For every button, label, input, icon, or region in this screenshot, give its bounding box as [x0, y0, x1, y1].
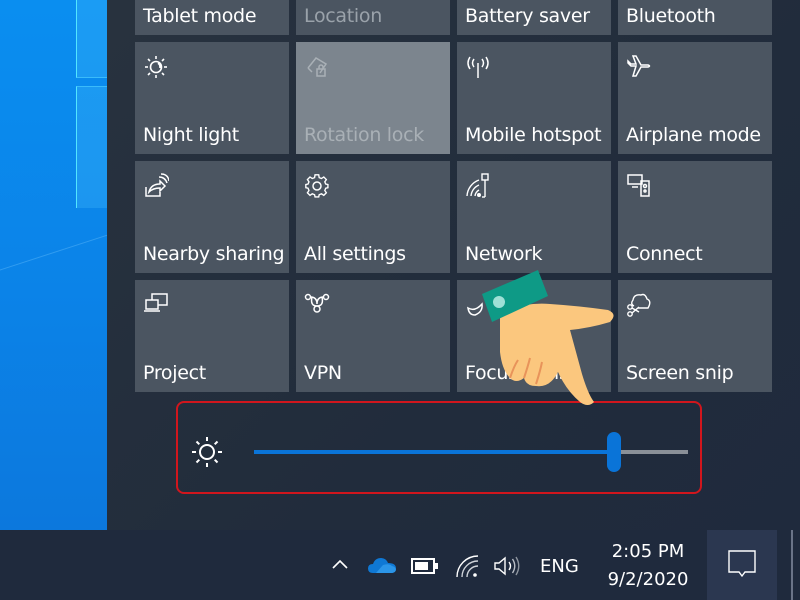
- quick-action-connect[interactable]: Connect: [618, 161, 772, 273]
- night-light-icon: [143, 54, 169, 80]
- quick-action-label: Focus assist: [465, 362, 576, 384]
- quick-action-label: Nearby sharing: [143, 243, 285, 265]
- quick-action-screen-snip[interactable]: Screen snip: [618, 280, 772, 392]
- quick-action-mobile-hotspot[interactable]: Mobile hotspot: [457, 42, 611, 154]
- notification-icon: [728, 550, 756, 578]
- quick-action-label: Night light: [143, 124, 239, 146]
- brightness-sun-icon: [190, 435, 224, 469]
- quick-action-label: Rotation lock: [304, 124, 424, 146]
- quick-action-label: Tablet mode: [143, 5, 257, 27]
- quick-action-label: Airplane mode: [626, 124, 761, 146]
- desktop-wallpaper: [0, 0, 107, 530]
- quick-action-label: Project: [143, 362, 206, 384]
- quick-action-network[interactable]: Network: [457, 161, 611, 273]
- quick-action-label: Screen snip: [626, 362, 734, 384]
- brightness-slider[interactable]: [254, 430, 688, 474]
- quick-action-nearby-sharing[interactable]: Nearby sharing: [135, 161, 289, 273]
- quick-action-label: Connect: [626, 243, 703, 265]
- network-icon: [465, 173, 491, 199]
- quick-action-label: Bluetooth: [626, 5, 716, 27]
- quick-action-label: Mobile hotspot: [465, 124, 602, 146]
- quick-action-label: Battery saver: [465, 5, 590, 27]
- clock[interactable]: 2:05 PM 9/2/2020: [600, 538, 696, 594]
- quick-action-battery-saver[interactable]: Battery saver: [457, 0, 611, 35]
- quick-action-label: VPN: [304, 362, 342, 384]
- input-language-indicator[interactable]: ENG: [540, 556, 579, 577]
- quick-action-label: Network: [465, 243, 543, 265]
- quick-action-rotation-lock[interactable]: Rotation lock: [296, 42, 450, 154]
- show-desktop-divider[interactable]: [791, 530, 793, 600]
- wifi-icon[interactable]: [455, 554, 481, 578]
- wallpaper-window-pane: [76, 86, 107, 208]
- clock-date: 9/2/2020: [607, 569, 689, 590]
- rotation-lock-icon: [304, 54, 330, 80]
- onedrive-icon[interactable]: [367, 555, 397, 575]
- project-icon: [143, 292, 169, 318]
- quick-action-project[interactable]: Project: [135, 280, 289, 392]
- chevron-up-icon[interactable]: [330, 557, 350, 571]
- airplane-icon: [626, 54, 652, 80]
- action-center-button[interactable]: [707, 530, 777, 600]
- quick-action-location[interactable]: Location: [296, 0, 450, 35]
- wallpaper-window-pane: [76, 0, 107, 78]
- gear-icon: [304, 173, 330, 199]
- quick-action-airplane-mode[interactable]: Airplane mode: [618, 42, 772, 154]
- wallpaper-light-beam: [0, 225, 107, 276]
- quick-action-tablet-mode[interactable]: Tablet mode: [135, 0, 289, 35]
- quick-action-label: Location: [304, 5, 382, 27]
- battery-icon[interactable]: [411, 558, 439, 574]
- vpn-icon: [304, 292, 330, 318]
- quick-action-all-settings[interactable]: All settings: [296, 161, 450, 273]
- clock-time: 2:05 PM: [611, 541, 685, 562]
- quick-action-bluetooth[interactable]: Bluetooth: [618, 0, 772, 35]
- quick-action-night-light[interactable]: Night light: [135, 42, 289, 154]
- connect-icon: [626, 173, 652, 199]
- brightness-slider-thumb[interactable]: [607, 432, 622, 472]
- screen-snip-icon: [626, 292, 652, 318]
- brightness-slider-fill: [254, 450, 615, 454]
- quick-action-label: All settings: [304, 243, 406, 265]
- moon-icon: [465, 292, 491, 318]
- mobile-hotspot-icon: [465, 54, 491, 80]
- nearby-sharing-icon: [143, 173, 170, 199]
- quick-action-vpn[interactable]: VPN: [296, 280, 450, 392]
- volume-icon[interactable]: [493, 555, 521, 577]
- quick-action-focus-assist[interactable]: Focus assist: [457, 280, 611, 392]
